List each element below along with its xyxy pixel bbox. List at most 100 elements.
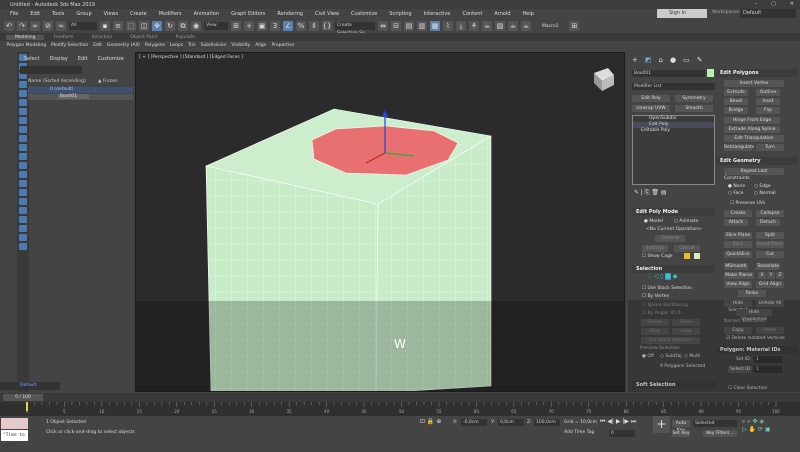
cut-button[interactable]: Cut [756, 251, 784, 258]
auto-key-button[interactable]: Auto Key [672, 420, 690, 433]
selection-filter-dropdown[interactable]: All [69, 22, 97, 30]
ribbon-panel-properties[interactable]: Properties [269, 43, 297, 48]
hierarchy-tab-icon[interactable]: ⌂ [659, 56, 663, 64]
menu-civil-view[interactable]: Civil View [309, 11, 345, 17]
menu-edit[interactable]: Edit [24, 11, 46, 17]
menu-arnold[interactable]: Arnold [488, 11, 516, 17]
by-vertex-checkbox[interactable]: ☐ By Vertex [642, 294, 669, 299]
repeat-last-button[interactable]: Repeat Last [724, 168, 784, 175]
ribbon-panel-geometry-all-[interactable]: Geometry (All) [104, 43, 142, 48]
redo-icon[interactable]: ↷ [17, 21, 27, 31]
animate-radio[interactable]: ○ Animate [674, 219, 698, 224]
y-button[interactable]: Y [767, 272, 775, 279]
by-angle-checkbox[interactable]: ☐ By Angle: 45.0 [642, 311, 680, 316]
explorer-menu-customize[interactable]: Customize [98, 56, 124, 62]
material-ids-header[interactable]: Polygon: Material IDs [716, 346, 798, 354]
menu-content[interactable]: Content [456, 11, 488, 17]
menu-interactive[interactable]: Interactive [418, 11, 457, 17]
explorer-menu-display[interactable]: Display [49, 56, 67, 62]
workspace-dropdown[interactable]: Default [740, 9, 796, 18]
explorer-menu-select[interactable]: Select [24, 56, 39, 62]
layer-dropdown[interactable]: Default [0, 382, 60, 390]
unwrap-uvw-button[interactable]: Unwrap UVW [632, 105, 670, 112]
render-iterative-icon[interactable]: ☕ [521, 21, 531, 31]
grow-button[interactable]: Grow [672, 319, 700, 326]
edit-poly-mode-header[interactable]: Edit Poly Mode [632, 208, 715, 216]
viewport-navigation-icons[interactable]: ⌕ ⌕ ✥ ◈ ▷ ✋ ⟳ ▣ [742, 418, 771, 433]
add-time-tag[interactable]: Add Time Tag [564, 430, 594, 435]
retriangulate-button[interactable]: Retriangulate [724, 144, 754, 151]
ribbon-tab-selection[interactable]: Selection [83, 35, 122, 40]
layer-explorer-icon[interactable]: ▥ [417, 21, 427, 31]
explorer-filter-icon[interactable] [19, 117, 27, 124]
cancel-button[interactable]: Cancel [674, 245, 700, 252]
curve-editor-icon[interactable]: ⌇ [443, 21, 453, 31]
menu-customize[interactable]: Customize [345, 11, 383, 17]
object-row[interactable]: Box001 [28, 94, 133, 100]
insert-vertex-button[interactable]: Insert Vertex [724, 80, 784, 87]
constraint-edge-radio[interactable]: ○ Edge [754, 184, 771, 189]
cage-color-swatch[interactable] [684, 253, 690, 259]
preview-subobj-radio[interactable]: ○ SubObj [660, 354, 682, 359]
menu-scripting[interactable]: Scripting [383, 11, 417, 17]
model-radio[interactable]: ● Model [644, 219, 663, 224]
create-key-icon[interactable]: + [653, 416, 670, 433]
explorer-filter-icon[interactable] [19, 153, 27, 160]
explorer-filter-icon[interactable] [19, 99, 27, 106]
named-selection-set-dropdown[interactable]: Create Selection Se [335, 22, 375, 36]
explorer-filter-icon[interactable] [19, 144, 27, 151]
current-frame-field[interactable]: 0 [609, 430, 635, 437]
explorer-search-input[interactable] [20, 66, 82, 74]
ribbon-panel-subdivision[interactable]: Subdivision [198, 43, 229, 48]
rotate-icon[interactable]: ↻ [165, 21, 175, 31]
set-key-button[interactable]: Set Key [672, 430, 690, 437]
loop-button[interactable]: Loop [672, 328, 700, 335]
modifier-list-dropdown[interactable]: Modifier List [632, 83, 715, 90]
grid-align-button[interactable]: Grid Align [756, 281, 784, 288]
menu-create[interactable]: Create [124, 11, 153, 17]
menu-rendering[interactable]: Rendering [271, 11, 309, 17]
menu-modifiers[interactable]: Modifiers [153, 11, 188, 17]
keyboard-shortcut-icon[interactable]: ▣ [257, 21, 267, 31]
explorer-filter-icon[interactable] [19, 126, 27, 133]
explorer-filter-icon[interactable] [19, 216, 27, 223]
ribbon-panel-visibility[interactable]: Visibility [229, 43, 253, 48]
angle-snap-icon[interactable]: ∠ [283, 21, 293, 31]
undo-icon[interactable]: ↶ [4, 21, 14, 31]
slice-button[interactable]: Slice [724, 241, 752, 248]
explorer-filter-icon[interactable] [19, 198, 27, 205]
explorer-filter-icon[interactable] [19, 171, 27, 178]
utilities-tab-icon[interactable]: ✎ [697, 56, 703, 64]
maxscript-input[interactable]: "Time to sol" [1, 430, 28, 449]
isolate-lock-icons[interactable]: ⊡ 🔒 ⊕ [420, 418, 441, 425]
split-button[interactable]: Split [756, 232, 784, 239]
ribbon-tab-object-paint[interactable]: Object Paint [121, 35, 166, 40]
unhide-all-button[interactable]: Unhide All [756, 300, 784, 307]
playback-controls[interactable]: ⏮ ◀| ▶ |▶ ⏭ [600, 418, 636, 426]
time-slider[interactable]: 0 / 100 [3, 394, 43, 401]
show-cage-checkbox[interactable]: ☐ Show Cage [642, 254, 673, 259]
percent-snap-icon[interactable]: % [296, 21, 306, 31]
menu-group[interactable]: Group [70, 11, 97, 17]
quickslice-button[interactable]: QuickSlice [724, 251, 752, 258]
column-frozen[interactable]: ▲ Frozen [98, 79, 118, 84]
unlink-icon[interactable]: ⊘ [43, 21, 53, 31]
render-production-icon[interactable]: ☕ [508, 21, 518, 31]
scene-explorer-icon[interactable]: ▤ [404, 21, 414, 31]
explorer-filter-icon[interactable] [19, 243, 27, 250]
attach-button[interactable]: Attach [724, 219, 748, 226]
snaps-toggle-icon[interactable]: 3 [270, 21, 280, 31]
window-crossing-icon[interactable]: ◫ [139, 21, 149, 31]
mirror-icon[interactable]: ⇹ [378, 21, 388, 31]
ignore-backfacing-checkbox[interactable]: ☐ Ignore Backfacing [642, 303, 688, 308]
hinge-from-edge-button[interactable]: Hinge From Edge [724, 117, 780, 124]
edit-geometry-header[interactable]: Edit Geometry [716, 157, 798, 165]
placement-icon[interactable]: ◉ [191, 21, 201, 31]
turn-button[interactable]: Turn [756, 144, 784, 151]
named-selection-icon[interactable]: {} [322, 21, 332, 31]
tessellate-button[interactable]: Tessellate [756, 263, 780, 270]
menu-tools[interactable]: Tools [46, 11, 70, 17]
select-by-name-icon[interactable]: ≡ [113, 21, 123, 31]
explorer-filter-icon[interactable] [19, 180, 27, 187]
explorer-filter-icon[interactable] [19, 189, 27, 196]
